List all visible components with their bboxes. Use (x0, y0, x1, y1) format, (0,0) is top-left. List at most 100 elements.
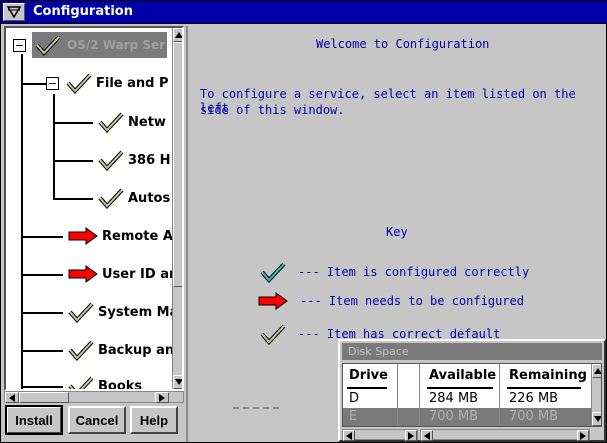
table-cell-available: 284 MB (429, 391, 479, 406)
column-divider (499, 364, 500, 426)
disk-space-title: Disk Space (342, 343, 602, 360)
arrow-down-icon (175, 379, 182, 385)
minus-icon: − (14, 39, 25, 52)
system-menu-button[interactable] (3, 3, 25, 21)
arrow-up-icon (175, 32, 182, 38)
check-icon (35, 35, 61, 56)
column-header-available: Available (429, 368, 497, 383)
scroll-thumb[interactable] (173, 42, 182, 287)
help-button[interactable]: Help (130, 406, 178, 434)
cancel-button[interactable]: Cancel (68, 406, 126, 434)
scroll-down-button[interactable] (173, 375, 182, 389)
check-icon (66, 73, 92, 94)
welcome-text-line2: side of this window. (200, 103, 345, 117)
disk-vertical-scrollbar[interactable] (591, 364, 601, 426)
scroll-thumb[interactable] (19, 392, 69, 403)
arrow-right-icon (258, 292, 288, 310)
arrow-right-small-icon (408, 431, 414, 440)
disk-space-window[interactable]: Disk Space Drive Available Remaining D 2… (338, 339, 606, 442)
scroll-left-button[interactable] (5, 392, 19, 403)
title-bar: Configuration (1, 1, 607, 24)
header-underline (507, 387, 581, 389)
tree-line (21, 350, 63, 352)
key-configured-text: --- Item is configured correctly (298, 265, 530, 279)
scroll-left-button[interactable] (421, 430, 433, 441)
collapse-button-file[interactable]: − (46, 77, 59, 90)
disk-horizontal-scrollbar-left[interactable] (342, 429, 418, 441)
divider (233, 407, 279, 409)
table-cell-remaining: 700 MB (509, 409, 559, 424)
key-title: Key (386, 225, 408, 239)
key-configured: --- Item is configured correctly (260, 261, 529, 283)
arrow-right-icon (68, 265, 98, 283)
arrow-right-small-icon (580, 431, 586, 440)
disk-horizontal-scrollbar-right[interactable] (420, 429, 590, 441)
window-title: Configuration (33, 4, 133, 19)
tree-item-label: Books (98, 378, 143, 390)
arrow-right-icon (68, 227, 98, 245)
tree-item-root[interactable]: OS/2 Warp Ser (32, 32, 168, 58)
scroll-right-button[interactable] (405, 430, 417, 441)
tree-item-386-hpfs[interactable]: 386 H (98, 147, 171, 173)
column-divider (397, 364, 398, 426)
tree-item-label: User ID an (102, 266, 172, 282)
tree-item-network[interactable]: Netw (98, 109, 166, 135)
key-needs-text: --- Item needs to be configured (300, 294, 524, 308)
disk-space-table[interactable]: Drive Available Remaining D 284 MB 226 M… (342, 363, 602, 427)
arrow-right-small-icon (159, 393, 165, 402)
tree-item-backup[interactable]: Backup and (68, 337, 172, 363)
tree-line (21, 54, 23, 389)
configuration-window: Configuration − OS/2 Warp Ser − File and… (0, 0, 607, 443)
key-needs: --- Item needs to be configured (258, 292, 524, 310)
header-underline (427, 387, 493, 389)
tree-item-remote-access[interactable]: Remote Ac (68, 223, 172, 249)
header-underline (347, 387, 387, 389)
check-icon (98, 150, 124, 171)
tree-content: − OS/2 Warp Ser − File and P Netw 386 H … (6, 28, 172, 389)
check-icon (68, 302, 94, 323)
table-cell-available: 700 MB (429, 409, 479, 424)
tree-line (21, 83, 46, 85)
table-cell-drive: D (349, 391, 360, 406)
scroll-right-button[interactable] (155, 392, 169, 403)
system-menu-icon (7, 6, 21, 18)
tree-item-label: Autos (128, 190, 171, 206)
tree-vertical-scrollbar[interactable] (172, 28, 182, 389)
scroll-down-button[interactable] (592, 412, 601, 426)
tree-item-autostart[interactable]: Autos (98, 185, 170, 211)
tree-item-user-id[interactable]: User ID an (68, 261, 172, 287)
collapse-button-root[interactable]: − (13, 39, 26, 52)
service-tree[interactable]: − OS/2 Warp Ser − File and P Netw 386 H … (4, 26, 184, 391)
scroll-left-button[interactable] (343, 430, 355, 441)
arrow-left-icon (346, 431, 352, 440)
scroll-up-button[interactable] (592, 364, 601, 378)
check-icon (98, 188, 124, 209)
check-icon (68, 376, 94, 389)
arrow-left-icon (9, 393, 15, 402)
tree-item-label: OS/2 Warp Ser (65, 37, 168, 53)
tree-line (53, 122, 93, 124)
tree-item-file-and-print[interactable]: File and P (66, 70, 169, 96)
tree-line (53, 198, 93, 200)
column-divider (419, 364, 420, 426)
scroll-right-button[interactable] (577, 430, 589, 441)
tree-item-label: 386 H (128, 152, 171, 168)
install-button[interactable]: Install (5, 405, 63, 435)
check-icon (98, 112, 124, 133)
check-icon (68, 340, 94, 361)
tree-horizontal-scrollbar[interactable] (4, 391, 184, 403)
check-icon (260, 324, 286, 345)
scroll-up-button[interactable] (173, 28, 182, 42)
minus-icon: − (47, 77, 58, 90)
column-header-drive: Drive (349, 368, 388, 383)
tree-item-label: System Ma (98, 304, 172, 320)
tree-line (21, 236, 63, 238)
arrow-left-icon (424, 431, 430, 440)
tree-line (53, 94, 55, 198)
tree-item-books[interactable]: Books (68, 373, 142, 389)
tree-item-label: File and P (96, 75, 169, 91)
tree-item-system-management[interactable]: System Ma (68, 299, 172, 325)
tree-item-label: Remote Ac (102, 228, 172, 244)
welcome-title: Welcome to Configuration (316, 37, 490, 51)
tree-item-label: Netw (128, 114, 166, 130)
